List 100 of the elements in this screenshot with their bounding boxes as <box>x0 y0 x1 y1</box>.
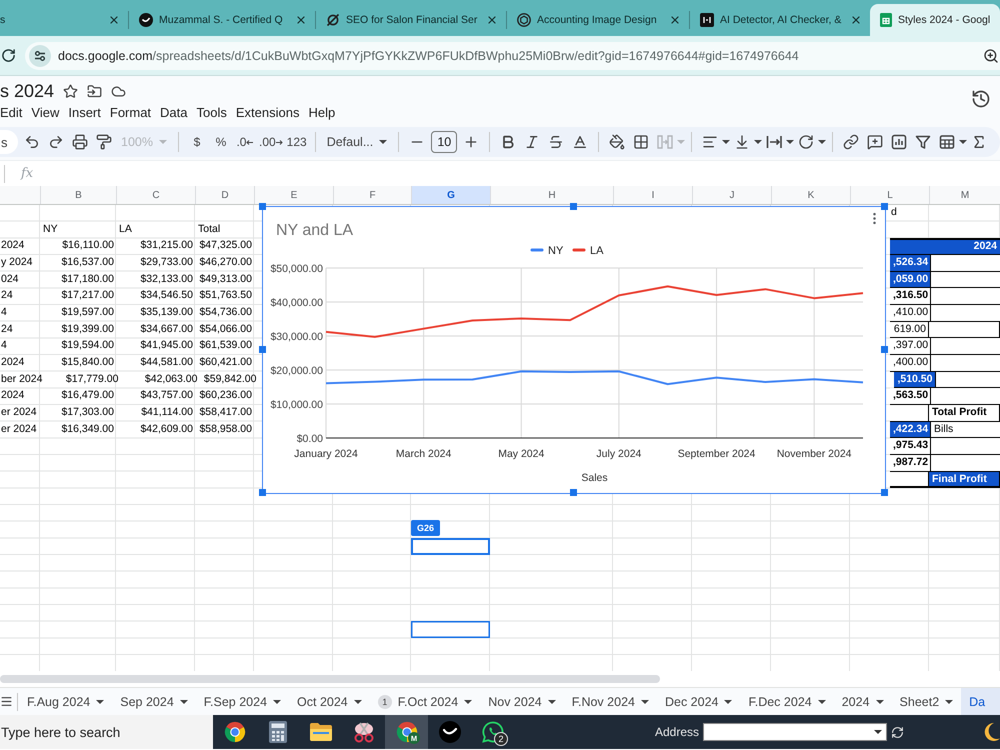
table-cell-text: $60,421.00 <box>198 354 253 370</box>
close-icon[interactable] <box>669 14 681 26</box>
sheet-tab[interactable]: Dec 2024 <box>656 688 740 716</box>
site-settings-icon[interactable] <box>29 44 51 66</box>
sheet-tab[interactable]: F.Aug 2024 <box>19 688 112 716</box>
bold-icon[interactable] <box>500 134 516 150</box>
sheet-tab[interactable]: Sheet2 <box>892 688 962 716</box>
number-format-button[interactable]: 123 <box>284 130 309 154</box>
borders-icon[interactable] <box>633 134 650 150</box>
sheet-tab[interactable]: Da <box>961 688 1000 716</box>
number-format-button[interactable]: % <box>208 130 233 154</box>
fill-color-icon[interactable] <box>609 134 626 150</box>
address-field[interactable] <box>703 723 887 742</box>
cloud-icon[interactable] <box>111 84 126 98</box>
close-icon[interactable] <box>486 14 498 26</box>
column-header[interactable]: C <box>116 186 195 204</box>
number-format-button[interactable]: .00 <box>256 130 285 154</box>
menu-item[interactable]: Data <box>160 104 188 120</box>
number-format-button[interactable]: $ <box>184 130 209 154</box>
search-field[interactable]: s <box>0 130 18 154</box>
redo-icon[interactable] <box>48 134 64 150</box>
resize-handle[interactable] <box>881 203 888 210</box>
font-dropdown[interactable]: Defaul... <box>322 130 392 154</box>
close-icon[interactable] <box>108 14 120 26</box>
sheet-tab[interactable]: Sep 2024 <box>112 688 196 716</box>
sheet-tab[interactable]: F.Nov 2024 <box>564 688 657 716</box>
table-icon[interactable] <box>939 134 956 150</box>
browser-tab[interactable]: AI Detector, AI Checker, & <box>690 4 870 36</box>
wrap-icon[interactable] <box>766 135 782 149</box>
axis-label: $50,000.00 <box>270 263 323 275</box>
table-cell-text: $43,757.00 <box>139 388 194 404</box>
italic-icon[interactable] <box>524 134 540 150</box>
menu-item[interactable]: Format <box>110 104 152 120</box>
search-field[interactable]: Type here to search <box>0 715 213 750</box>
table-cell-text: Total <box>197 222 222 237</box>
menu-item[interactable]: Extensions <box>236 104 300 120</box>
browser-tab[interactable]: s <box>0 4 128 36</box>
table-cell-text: $31,215.00 <box>139 238 194 254</box>
font-size-field[interactable]: 10 <box>431 131 458 153</box>
undo-icon[interactable] <box>24 134 40 150</box>
menu-item[interactable]: Insert <box>68 104 101 120</box>
address-field[interactable]: docs.google.com/spreadsheets/d/1CukBuWbtGxqM7YjPfGYKkZWP6FUkDfBWphu25Mi0Brw/edit?gid=1674976644#gid=1674976644 <box>25 42 1000 70</box>
close-icon[interactable] <box>295 14 307 26</box>
link-icon[interactable] <box>843 134 860 150</box>
selected-cell[interactable] <box>411 621 490 638</box>
menu-item[interactable]: Help <box>308 104 336 120</box>
text-color-icon[interactable] <box>572 134 588 150</box>
browser-tab[interactable]: SEO for Salon Financial Ser <box>316 4 506 36</box>
sheet-tab[interactable]: Nov 2024 <box>480 688 564 716</box>
paint-format-icon[interactable] <box>96 134 112 150</box>
table-cell: ,316.50 <box>890 288 932 305</box>
strikethrough-icon[interactable] <box>548 134 564 150</box>
chart-icon[interactable] <box>891 134 908 150</box>
column-header[interactable]: K <box>771 186 850 204</box>
comment-icon[interactable] <box>867 134 884 150</box>
resize-handle[interactable] <box>570 489 577 496</box>
column-header[interactable]: J <box>692 186 771 204</box>
column-header[interactable]: M <box>929 186 1000 204</box>
number-format-button[interactable]: .0 <box>232 130 257 154</box>
menu-item[interactable]: View <box>31 104 60 120</box>
browser-tab[interactable]: Accounting Image Design <box>507 4 689 36</box>
reload-icon[interactable] <box>1 48 16 63</box>
browser-tab[interactable]: Styles 2024 - Googl <box>870 4 1000 36</box>
zoom-icon[interactable] <box>983 48 999 64</box>
column-header[interactable]: G <box>411 186 490 204</box>
resize-handle[interactable] <box>259 346 266 353</box>
resize-handle[interactable] <box>570 203 577 210</box>
scrollbar[interactable] <box>0 675 660 684</box>
sheet-tab[interactable]: Oct 2024 <box>289 688 370 716</box>
table-cell-text: y 2024 <box>0 254 34 270</box>
table-cell-text: $49,313.00 <box>198 272 253 287</box>
table-cell <box>936 372 1000 388</box>
column-header[interactable]: D <box>195 186 254 204</box>
sheet-tab[interactable]: 2024 <box>834 688 892 716</box>
taskbar-button[interactable]: 2 <box>471 715 514 750</box>
refresh-icon[interactable] <box>891 726 904 739</box>
menu-item[interactable]: Edit <box>0 104 22 120</box>
filter-icon[interactable] <box>915 134 932 150</box>
all-sheets-icon[interactable] <box>0 695 13 708</box>
selected-cell[interactable] <box>411 538 490 555</box>
align-left-icon[interactable] <box>702 134 718 150</box>
sheet-tab[interactable]: F.Dec 2024 <box>740 688 834 716</box>
browser-tab[interactable]: Muzammal S. - Certified Q <box>129 4 315 36</box>
print-icon[interactable] <box>72 134 88 150</box>
star-icon[interactable] <box>63 84 78 98</box>
rotate-icon[interactable] <box>798 134 814 150</box>
folder-icon[interactable] <box>87 84 102 98</box>
column-header[interactable]: I <box>613 186 692 204</box>
resize-handle[interactable] <box>881 346 888 353</box>
sheet-tab[interactable]: F.Sep 2024 <box>196 688 290 716</box>
close-icon[interactable] <box>850 14 862 26</box>
resize-handle[interactable] <box>881 489 888 496</box>
resize-handle[interactable] <box>259 203 266 210</box>
history-icon[interactable] <box>971 89 991 109</box>
column-header[interactable]: B <box>40 186 116 204</box>
resize-handle[interactable] <box>259 489 266 496</box>
table-cell-text: 2024 <box>0 238 26 254</box>
menu-item[interactable]: Tools <box>196 104 227 120</box>
sheet-tab[interactable]: 1 F.Oct 2024 <box>370 688 480 716</box>
table-cell-text: $34,667.00 <box>139 322 194 337</box>
